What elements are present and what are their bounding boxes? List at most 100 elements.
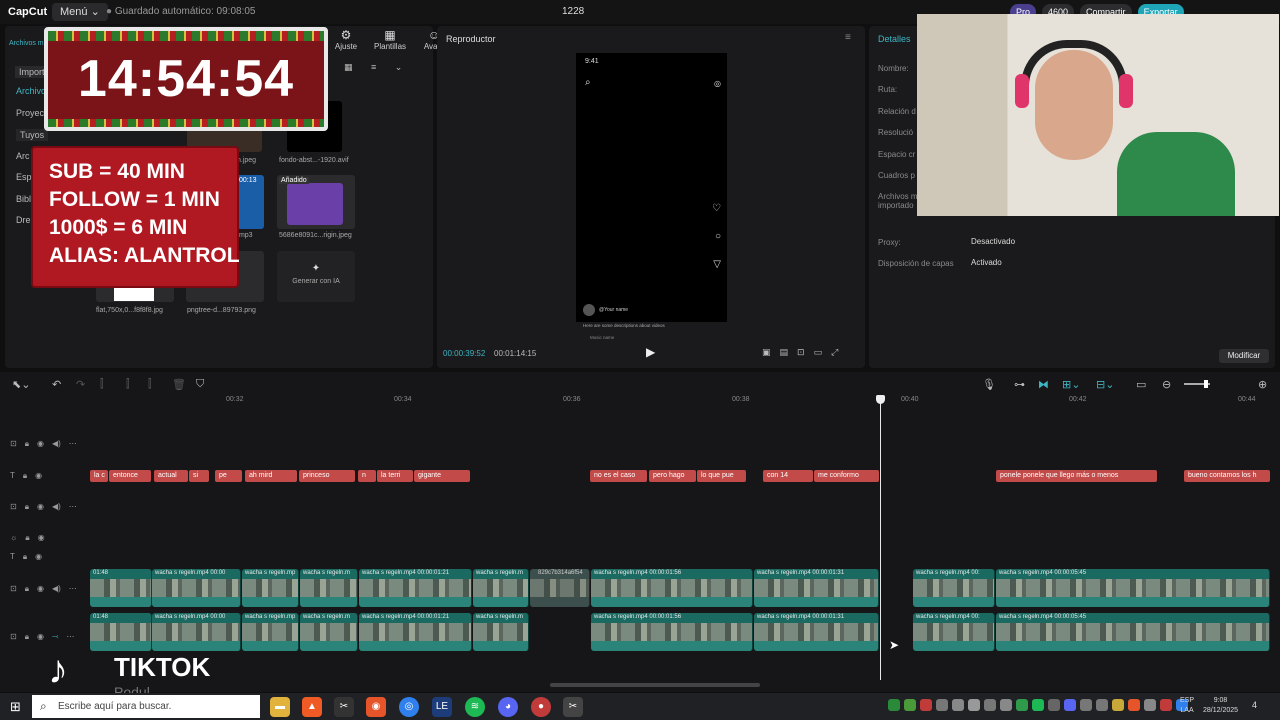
video-clip[interactable]: 01:48 xyxy=(90,613,152,651)
snap-icon[interactable]: ⊞⌄ xyxy=(1062,378,1080,391)
sidenav-esp[interactable]: Esp xyxy=(16,172,32,182)
tray-icon[interactable] xyxy=(984,699,996,711)
text-clip[interactable]: ponele ponele que llego más o menos xyxy=(996,470,1157,482)
tool-plantillas[interactable]: ▦ Plantillas xyxy=(374,28,406,51)
more-icon[interactable]: ⋯ xyxy=(69,502,77,512)
media-thumb[interactable]: 00:13 xyxy=(237,175,264,229)
split-icon[interactable]: ⫿ xyxy=(100,378,104,391)
ratio-icon[interactable]: ▤ xyxy=(780,347,789,358)
tray-icon[interactable] xyxy=(1032,699,1044,711)
view-options[interactable]: ▦ ≡ ⌄ xyxy=(344,62,410,73)
video-clip[interactable]: wacha s regeln.mp4 00:00:01:31 xyxy=(754,613,879,651)
undo-icon[interactable]: ↶ xyxy=(52,378,61,391)
zoom-fit-icon[interactable]: ⊕ xyxy=(1258,378,1267,391)
text-clip[interactable]: actual xyxy=(154,470,188,482)
video-clip[interactable]: wacha s regeln.m xyxy=(300,613,358,651)
text-clip[interactable]: ah mird xyxy=(245,470,297,482)
tray-icon[interactable] xyxy=(1160,699,1172,711)
text-clip[interactable]: no es el caso xyxy=(590,470,647,482)
text-clip[interactable]: bueno contamos los h xyxy=(1184,470,1270,482)
playhead[interactable] xyxy=(876,395,885,680)
split-right-icon[interactable]: ⫿ xyxy=(148,378,152,391)
eye-icon[interactable]: ◉ xyxy=(37,502,44,512)
zoom-out-icon[interactable]: ⊖ xyxy=(1162,378,1171,391)
text-clip[interactable]: pe xyxy=(215,470,242,482)
tray-icon[interactable] xyxy=(1128,699,1140,711)
generate-ai-button[interactable]: ✦ Generar con IA xyxy=(277,251,355,302)
video-clip[interactable]: wacha s regeln.mp xyxy=(242,613,299,651)
lock-icon[interactable]: 🔒︎ xyxy=(23,471,27,481)
zoom-slider-handle[interactable] xyxy=(1204,380,1208,388)
text-clip[interactable]: lo que pue xyxy=(697,470,746,482)
lock-icon[interactable]: 🔒︎ xyxy=(25,584,29,594)
notification-badge[interactable]: 4 xyxy=(1252,700,1257,710)
timeline-ruler[interactable]: 00:32 00:34 00:36 00:38 00:40 00:42 00:4… xyxy=(88,395,1280,407)
delete-icon[interactable]: 🗑 xyxy=(172,378,186,391)
magnet-icon[interactable]: ⧓ xyxy=(1038,378,1049,391)
text-clip[interactable]: la c xyxy=(90,470,108,482)
tray-icon[interactable] xyxy=(936,699,948,711)
sidenav-bibl[interactable]: Bibl xyxy=(16,194,31,204)
video-clip[interactable]: wacha s regeln.mp4 00:00:05:45 xyxy=(996,613,1270,651)
video-clip[interactable]: wacha s regeln.mp4 00:00:05:45 xyxy=(996,569,1270,607)
tray-icon[interactable] xyxy=(904,699,916,711)
modify-button[interactable]: Modificar xyxy=(1219,349,1269,363)
sidenav-dre[interactable]: Dre xyxy=(16,215,31,225)
menu-button[interactable]: Menú ⌄ xyxy=(52,3,108,21)
windows-start-icon[interactable]: ⊞ xyxy=(10,699,21,715)
tray-icon[interactable] xyxy=(1112,699,1124,711)
video-clip[interactable]: wacha s regeln.mp4 00:00:01:56 xyxy=(591,569,753,607)
menu-icon[interactable]: ≡ xyxy=(845,32,851,43)
tray-icon[interactable] xyxy=(888,699,900,711)
crop-icon[interactable]: ⊡ xyxy=(797,347,805,358)
more-icon[interactable]: ⋯ xyxy=(69,439,77,449)
more-icon[interactable]: ⋯ xyxy=(69,584,77,594)
tool-ajuste[interactable]: ⚙ Ajuste xyxy=(330,28,362,51)
video-clip[interactable]: wacha s regeln.mp4 00:00:01:21 xyxy=(359,569,472,607)
spotify-icon[interactable]: ≋ xyxy=(465,697,485,717)
tray-icon[interactable] xyxy=(1144,699,1156,711)
more-icon[interactable]: ⋯ xyxy=(66,632,74,642)
microphone-icon[interactable]: 🎙 xyxy=(982,378,996,391)
video-clip[interactable]: wacha s regeln.m xyxy=(473,613,529,651)
video-clip[interactable]: wacha s regeln.mp xyxy=(242,569,299,607)
tray-icon[interactable] xyxy=(1000,699,1012,711)
eye-icon[interactable]: ◉ xyxy=(37,584,44,594)
sidenav-proyectos[interactable]: Proyect xyxy=(16,108,47,118)
tray-icon[interactable] xyxy=(1080,699,1092,711)
aspect-icon[interactable]: ▭ xyxy=(814,347,823,358)
tray-icon[interactable] xyxy=(952,699,964,711)
eye-icon[interactable]: ◉ xyxy=(37,439,44,449)
brave-icon[interactable]: ▲ xyxy=(302,697,322,717)
video-clip[interactable]: wacha s regeln.mp4 00:00:01:56 xyxy=(591,613,753,651)
audio-icon[interactable]: ◀) xyxy=(52,502,61,512)
video-clip[interactable]: wacha s regeln.mp4 00:00 xyxy=(152,613,241,651)
eye-icon[interactable]: ◉ xyxy=(35,471,42,481)
discord-icon[interactable]: ◕ xyxy=(498,697,518,717)
capcut-icon[interactable]: ✂ xyxy=(334,697,354,717)
lock-icon[interactable]: 🔒︎ xyxy=(25,533,29,543)
lock-icon[interactable]: 🔒︎ xyxy=(23,552,27,562)
sidenav-arch[interactable]: Arc xyxy=(16,151,30,161)
audio-icon[interactable]: ◀) xyxy=(52,439,61,449)
file-explorer-icon[interactable]: ▬ xyxy=(270,697,290,717)
play-button[interactable]: ▶ xyxy=(646,345,655,359)
video-clip[interactable]: wacha s regeln.mp4 00:00:01:21 xyxy=(359,613,472,651)
video-clip[interactable]: wacha s regeln.m xyxy=(473,569,529,607)
capcut-active-icon[interactable]: ✂ xyxy=(563,697,583,717)
video-clip[interactable]: wacha s regeln.mp4 00: xyxy=(913,613,995,651)
video-clip[interactable]: wacha s regeln.mp4 00:00:01:31 xyxy=(754,569,879,607)
eye-icon[interactable]: ◉ xyxy=(37,632,44,642)
text-clip[interactable]: me conformo xyxy=(814,470,879,482)
lock-icon[interactable]: 🔒︎ xyxy=(25,439,29,449)
obs-icon[interactable]: ● xyxy=(531,697,551,717)
sidenav-archivos-top[interactable]: Archivos m xyxy=(9,40,44,47)
layers-value[interactable]: Activado xyxy=(971,258,1002,267)
text-clip[interactable]: si xyxy=(189,470,209,482)
shield-icon[interactable]: ⛉ xyxy=(196,378,204,391)
text-clip[interactable]: princeso xyxy=(299,470,355,482)
link-icon[interactable]: ⤙ xyxy=(52,632,58,642)
text-clip[interactable]: entonce xyxy=(109,470,151,482)
text-clip[interactable]: la terri xyxy=(377,470,413,482)
system-clock[interactable]: 9:08 28/12/2025 xyxy=(1203,696,1238,716)
